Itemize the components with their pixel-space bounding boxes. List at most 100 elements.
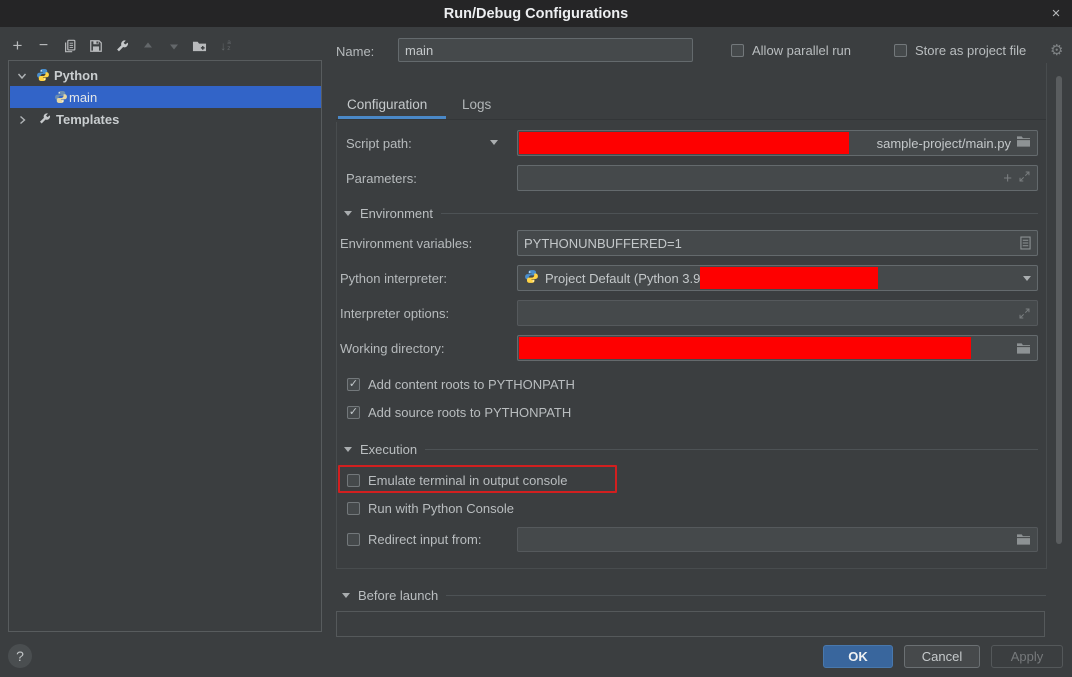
before-launch-list [336, 611, 1045, 637]
collapse-triangle-icon [344, 211, 352, 216]
name-value: main [405, 43, 433, 58]
sort-letters: az [227, 40, 231, 52]
tabbar-divider [336, 119, 1046, 120]
add-configuration-icon[interactable]: + [10, 39, 25, 54]
dialog-title: Run/Debug Configurations [444, 6, 628, 22]
python-logo-icon [54, 90, 68, 104]
add-source-roots-checkbox[interactable]: ✓ Add source roots to PYTHONPATH [347, 405, 571, 420]
redirect-input-checkbox[interactable]: Redirect input from: [347, 532, 481, 547]
section-title: Execution [360, 442, 417, 457]
checkbox-box-checked: ✓ [347, 406, 360, 419]
sort-configurations-icon[interactable]: ↓ az [218, 39, 233, 54]
section-rule [425, 449, 1038, 450]
environment-variables-input[interactable]: PYTHONUNBUFFERED=1 [517, 230, 1038, 256]
collapse-triangle-icon [342, 593, 350, 598]
cancel-button[interactable]: Cancel [904, 645, 980, 668]
parameters-label: Parameters: [346, 171, 417, 186]
save-configuration-icon[interactable] [88, 39, 103, 54]
expand-icon[interactable] [1018, 170, 1031, 186]
tree-item-python[interactable]: Python [10, 64, 321, 86]
allow-parallel-run-checkbox[interactable]: Allow parallel run [731, 43, 851, 58]
ok-button[interactable]: OK [823, 645, 893, 668]
add-content-roots-checkbox[interactable]: ✓ Add content roots to PYTHONPATH [347, 377, 575, 392]
environment-section-header[interactable]: Environment [344, 206, 1038, 221]
expand-icon[interactable] [1018, 307, 1031, 320]
checkbox-label: Emulate terminal in output console [368, 473, 567, 488]
tree-item-label: Templates [56, 112, 119, 127]
gear-icon[interactable]: ⚙ [1050, 41, 1063, 59]
redaction-overlay [519, 337, 971, 359]
store-as-project-file-checkbox[interactable]: Store as project file [894, 43, 1026, 58]
redirect-input-path[interactable] [517, 527, 1038, 552]
collapse-triangle-icon [344, 447, 352, 452]
parameters-input[interactable]: + [517, 165, 1038, 191]
name-label: Name: [336, 44, 374, 59]
tree-item-label: main [69, 90, 97, 105]
redaction-overlay [519, 132, 849, 154]
titlebar: Run/Debug Configurations × [0, 0, 1072, 27]
apply-button[interactable]: Apply [991, 645, 1063, 668]
tab-configuration[interactable]: Configuration [347, 97, 427, 112]
help-button[interactable]: ? [8, 644, 32, 668]
python-interpreter-label: Python interpreter: [340, 271, 447, 286]
working-directory-label: Working directory: [340, 341, 445, 356]
section-title: Before launch [358, 588, 438, 603]
checkbox-label: Add source roots to PYTHONPATH [368, 405, 571, 420]
section-title: Environment [360, 206, 433, 221]
section-rule [441, 213, 1038, 214]
checkbox-box-checked: ✓ [347, 378, 360, 391]
browse-variables-icon[interactable] [1020, 236, 1031, 250]
add-macro-icon[interactable]: + [1003, 170, 1012, 187]
chevron-right-icon[interactable] [16, 113, 28, 125]
environment-variables-label: Environment variables: [340, 236, 472, 251]
checkbox-label: Run with Python Console [368, 501, 514, 516]
folder-icon[interactable] [1016, 342, 1031, 355]
run-debug-configurations-dialog: Run/Debug Configurations × + − ↓ az [0, 0, 1072, 677]
checkbox-label: Allow parallel run [752, 43, 851, 58]
edit-templates-icon[interactable] [114, 39, 129, 54]
emulate-terminal-checkbox[interactable]: Emulate terminal in output console [347, 473, 567, 488]
configurations-toolbar: + − ↓ az [10, 37, 233, 55]
section-rule [446, 595, 1046, 596]
move-up-icon[interactable] [140, 39, 155, 54]
sort-arrow-glyph: ↓ [220, 39, 226, 53]
interpreter-options-label: Interpreter options: [340, 306, 449, 321]
folder-icon[interactable] [1016, 135, 1031, 151]
run-with-python-console-checkbox[interactable]: Run with Python Console [347, 501, 514, 516]
copy-configuration-icon[interactable] [62, 39, 77, 54]
tree-item-templates[interactable]: Templates [10, 108, 321, 130]
chevron-down-icon[interactable] [1023, 276, 1031, 281]
script-path-value: sample-project/main.py [877, 136, 1011, 151]
remove-configuration-icon[interactable]: − [36, 39, 51, 54]
python-interpreter-value: Project Default (Python 3.9) [545, 271, 705, 286]
checkbox-box [347, 474, 360, 487]
viewport-bottom-border [336, 568, 1047, 569]
checkbox-label: Add content roots to PYTHONPATH [368, 377, 575, 392]
execution-section-header[interactable]: Execution [344, 442, 1038, 457]
tree-item-label: Python [54, 68, 98, 83]
chevron-down-icon[interactable] [16, 69, 28, 81]
close-icon[interactable]: × [1046, 3, 1066, 23]
viewport-right-border [1046, 63, 1047, 568]
name-input[interactable]: main [398, 38, 693, 62]
interpreter-options-input[interactable] [517, 300, 1038, 326]
tab-logs[interactable]: Logs [462, 97, 491, 112]
vertical-scrollbar[interactable] [1056, 76, 1062, 544]
script-path-dropdown-icon[interactable] [490, 140, 498, 145]
checkbox-box [894, 44, 907, 57]
redaction-overlay [700, 267, 878, 289]
before-launch-section-header[interactable]: Before launch [342, 588, 1046, 603]
tree-item-main[interactable]: main [10, 86, 321, 108]
folder-icon[interactable] [1016, 533, 1031, 546]
environment-variables-value: PYTHONUNBUFFERED=1 [524, 236, 682, 251]
script-path-label: Script path: [346, 136, 412, 151]
help-icon: ? [16, 648, 24, 664]
move-down-icon[interactable] [166, 39, 181, 54]
active-tab-underline [338, 116, 446, 119]
configurations-tree: Python main Templates [8, 60, 322, 632]
checkbox-box [731, 44, 744, 57]
new-folder-icon[interactable] [192, 39, 207, 54]
python-logo-icon [36, 68, 50, 82]
checkbox-box [347, 502, 360, 515]
checkbox-label: Store as project file [915, 43, 1026, 58]
